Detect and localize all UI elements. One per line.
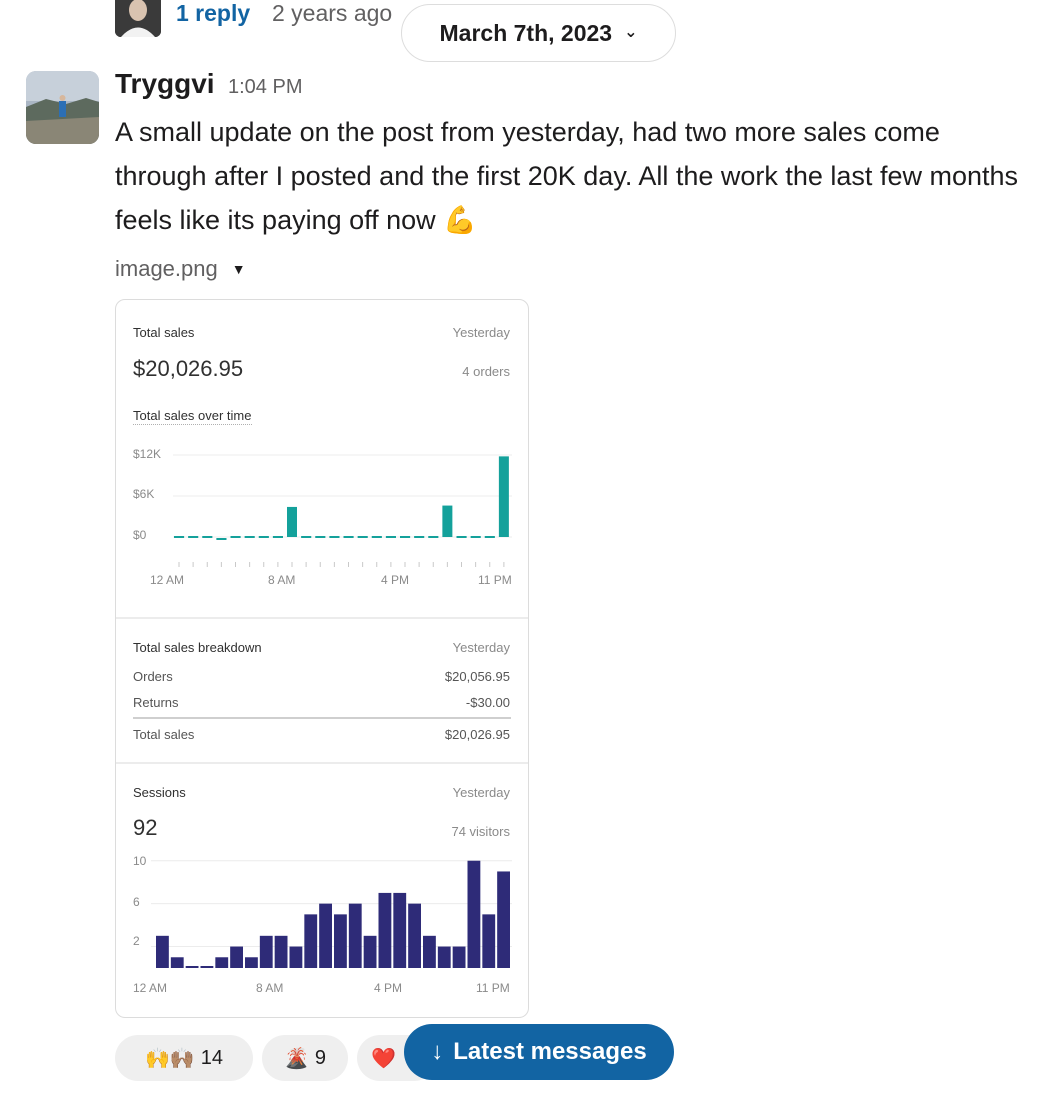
total-sales-title: Total sales bbox=[133, 325, 195, 340]
latest-messages-button[interactable]: ↓ Latest messages bbox=[404, 1024, 674, 1080]
sessions-bar bbox=[259, 935, 273, 968]
heart-emoji: ❤️ bbox=[371, 1047, 396, 1070]
breakdown-orders-label: Orders bbox=[133, 669, 173, 684]
sales-x-tick: 11 PM bbox=[478, 573, 512, 587]
breakdown-period: Yesterday bbox=[452, 640, 510, 655]
latest-messages-label: Latest messages bbox=[453, 1038, 647, 1065]
reaction-raised-hands[interactable]: 🙌🙌🏽 14 bbox=[115, 1035, 253, 1081]
breakdown-returns-label: Returns bbox=[133, 695, 179, 710]
sessions-x-tick: 4 PM bbox=[374, 981, 403, 995]
sessions-x-tick: 12 AM bbox=[133, 981, 168, 995]
sessions-bar bbox=[156, 935, 169, 968]
date-divider-button[interactable]: March 7th, 2023 ⌄ bbox=[401, 4, 676, 62]
raised-hands-emoji: 🙌🙌🏽 bbox=[144, 1047, 195, 1070]
sessions-bar bbox=[170, 957, 184, 968]
sessions-bar bbox=[304, 914, 318, 968]
sessions-bar bbox=[363, 935, 377, 968]
sessions-period: Yesterday bbox=[452, 785, 510, 800]
breakdown-returns-value: -$30.00 bbox=[465, 695, 510, 710]
sessions-bar bbox=[482, 914, 496, 968]
flexed-biceps-emoji: 💪 bbox=[443, 205, 477, 235]
sessions-bar bbox=[408, 903, 421, 968]
sessions-bar bbox=[319, 903, 332, 968]
attachment-image[interactable]: Total sales Yesterday $20,026.95 4 order… bbox=[115, 299, 529, 1018]
sessions-bar bbox=[497, 871, 510, 968]
sessions-x-tick: 8 AM bbox=[256, 981, 284, 995]
sessions-title: Sessions bbox=[133, 785, 186, 800]
avatar[interactable] bbox=[26, 71, 99, 144]
date-label: March 7th, 2023 bbox=[439, 19, 613, 46]
arrow-down-icon: ↓ bbox=[431, 1038, 444, 1065]
message-text: A small update on the post from yesterda… bbox=[115, 110, 1035, 242]
sessions-bar bbox=[289, 946, 303, 968]
breakdown-orders-value: $20,056.95 bbox=[444, 669, 510, 684]
message-timestamp[interactable]: 1:04 PM bbox=[228, 76, 302, 99]
reaction-count: 9 bbox=[314, 1046, 327, 1069]
message-body: A small update on the post from yesterda… bbox=[115, 117, 1018, 235]
sessions-chart bbox=[151, 860, 512, 968]
sales-bar bbox=[498, 456, 509, 537]
total-sales-amount: $20,026.95 bbox=[133, 356, 244, 381]
sessions-bar bbox=[230, 946, 243, 968]
sessions-bar bbox=[452, 946, 466, 968]
sessions-bar bbox=[274, 935, 288, 968]
sales-chart bbox=[173, 454, 512, 567]
sales-x-tick: 8 AM bbox=[268, 573, 296, 587]
attachment-label[interactable]: image.png ▼ bbox=[115, 256, 246, 282]
breakdown-total-label: Total sales bbox=[133, 727, 195, 742]
breakdown-rule bbox=[133, 717, 511, 719]
sales-x-tick: 4 PM bbox=[381, 573, 410, 587]
sessions-bar bbox=[348, 903, 362, 968]
sessions-bar bbox=[378, 892, 392, 968]
divider bbox=[116, 617, 528, 619]
reply-count-link[interactable]: 1 reply bbox=[176, 0, 250, 27]
breakdown-total-value: $20,026.95 bbox=[444, 727, 510, 742]
chevron-down-icon: ⌄ bbox=[624, 24, 638, 41]
sales-chart-title: Total sales over time bbox=[133, 408, 252, 425]
sales-bar bbox=[442, 505, 453, 537]
sessions-visitors: 74 visitors bbox=[451, 824, 510, 839]
sales-x-tick: 12 AM bbox=[150, 573, 185, 587]
sessions-bar bbox=[467, 860, 481, 968]
reply-avatar[interactable] bbox=[115, 0, 161, 37]
sessions-count: 92 bbox=[133, 815, 158, 840]
reply-time: 2 years ago bbox=[272, 0, 393, 26]
total-sales-period: Yesterday bbox=[452, 325, 510, 340]
message-author[interactable]: Tryggvi bbox=[115, 68, 215, 100]
sessions-x-tick: 11 PM bbox=[476, 981, 510, 995]
divider bbox=[116, 762, 528, 764]
volcano-emoji: 🌋 bbox=[283, 1047, 309, 1070]
reaction-volcano[interactable]: 🌋 9 bbox=[262, 1035, 348, 1081]
sessions-bar bbox=[215, 957, 229, 968]
sessions-bar bbox=[423, 935, 436, 968]
sessions-bar bbox=[245, 957, 258, 968]
sales-bar bbox=[287, 506, 297, 537]
sessions-bar bbox=[437, 946, 451, 968]
reaction-count: 14 bbox=[200, 1046, 224, 1069]
breakdown-title: Total sales breakdown bbox=[133, 640, 262, 655]
caret-down-icon: ▼ bbox=[231, 261, 246, 277]
sessions-bar bbox=[393, 892, 407, 968]
sessions-bar bbox=[334, 914, 347, 968]
total-sales-orders: 4 orders bbox=[462, 364, 510, 379]
attachment-filename: image.png bbox=[115, 256, 218, 281]
